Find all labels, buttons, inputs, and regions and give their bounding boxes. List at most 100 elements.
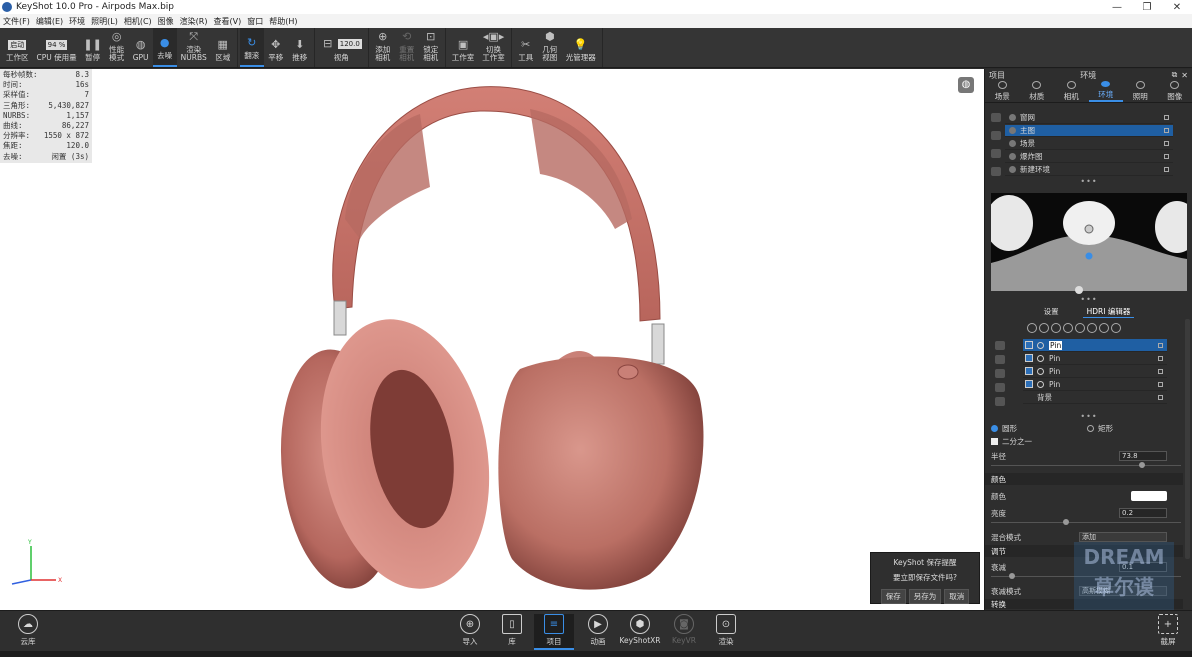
tab-material[interactable]: 材质 [1020,81,1055,102]
hdri-preview[interactable] [991,193,1187,291]
sun-tool-icon[interactable] [1075,323,1085,333]
switch-studio-button[interactable]: ◂▣▸ 切换 工作室 [478,28,509,67]
denoise-button[interactable]: ● 去噪 [152,28,177,67]
radius-slider[interactable] [991,462,1181,468]
save-as-button[interactable]: 另存为 [908,589,942,604]
pin-tool-icon[interactable] [1027,323,1037,333]
color-tool-icon[interactable] [1039,323,1049,333]
globe-icon[interactable]: ◍ [958,77,974,93]
menu-help[interactable]: 帮助(H) [266,16,300,27]
lock-icon[interactable] [1158,394,1163,400]
fov-input[interactable]: 120.0 [337,38,362,49]
env-item-4[interactable]: 新建环境 [1005,164,1173,176]
tab-hdri-editor[interactable]: HDRI 编辑器 [1082,306,1135,318]
studio-button[interactable]: ▣ 工作室 [448,28,479,67]
screenshot-button[interactable]: + 截屏 [1148,614,1188,647]
panel-undock-icon[interactable]: ⧉ [1172,70,1178,80]
brightness-input[interactable]: 0.2 [1119,508,1167,518]
keyshotxr-button[interactable]: ⬢ KeyShotXR [620,614,661,645]
tab-settings[interactable]: 设置 [1044,306,1059,318]
light-manager-button[interactable]: 💡 光管理器 [562,28,600,67]
slider-knob[interactable] [1139,462,1145,468]
hdri-scroll-handle[interactable] [1075,286,1083,294]
splitter-handle[interactable]: ••• [1079,412,1099,421]
env-add-icon[interactable] [991,131,1001,140]
menu-lighting[interactable]: 照明(L) [88,16,121,27]
pause-button[interactable]: ❚❚ 暂停 [81,28,105,67]
info-tool-icon[interactable] [1063,323,1073,333]
splitter-handle[interactable]: ••• [1079,295,1099,304]
lock-icon[interactable] [1158,355,1163,361]
env-item-3[interactable]: 爆炸图 [1005,151,1173,163]
gpu-button[interactable]: ◍ GPU [129,28,153,67]
color-swatch[interactable] [1131,491,1167,501]
library-button[interactable]: ▯ 库 [492,614,532,647]
radius-input[interactable]: 73.8 [1119,451,1167,461]
field-of-view-control[interactable]: ⊟ 120.0 视角 [317,28,366,67]
minimize-button[interactable]: — [1102,2,1132,13]
pin-target-icon[interactable] [995,397,1005,406]
menu-camera[interactable]: 相机(C) [121,16,155,27]
pin-row-0[interactable]: Pin [1023,339,1167,352]
pin-row-3[interactable]: Pin [1023,378,1167,391]
env-duplicate-icon[interactable] [991,149,1001,158]
pin-checkbox[interactable] [1025,341,1033,349]
slider-knob[interactable] [1009,573,1015,579]
panel-close-icon[interactable]: ✕ [1181,71,1188,80]
pin-checkbox[interactable] [1025,367,1033,375]
color-section-header[interactable]: 颜色 [985,473,1183,485]
pin-row-2[interactable]: Pin [1023,365,1167,378]
pin-checkbox[interactable] [1025,354,1033,362]
cpu-usage-select[interactable]: 94 % CPU 使用量 [33,28,81,67]
add-camera-button[interactable]: ⊕ 添加 相机 [371,28,395,67]
brightness-slider[interactable] [991,519,1181,525]
pin-name-input[interactable]: Pin [1049,340,1063,350]
pin-delete-icon[interactable] [995,341,1005,350]
lock-icon[interactable] [1158,342,1163,348]
menu-image[interactable]: 图像 [155,16,177,27]
close-button[interactable]: ✕ [1162,2,1192,13]
splitter-handle[interactable]: ••• [1079,177,1099,186]
pan-button[interactable]: ✥ 平移 [264,28,288,67]
save-button[interactable]: 保存 [880,589,906,604]
tab-lighting[interactable]: 照明 [1123,81,1158,102]
pin-row-1[interactable]: Pin [1023,352,1167,365]
cancel-button[interactable]: 取消 [944,589,970,604]
region-button[interactable]: ▦ 区域 [211,28,235,67]
geometry-view-button[interactable]: ⬢ 几何 视图 [538,28,562,67]
lock-icon[interactable] [1164,128,1169,133]
menu-edit[interactable]: 编辑(E) [33,16,66,27]
adjust-tool-icon[interactable] [1087,323,1097,333]
pin-up-icon[interactable] [995,355,1005,364]
blend-mode-select[interactable]: 添加 [1079,532,1167,542]
env-item-1[interactable]: 主图 [1005,125,1173,137]
animation-button[interactable]: ▶ 动画 [578,614,618,647]
dolly-button[interactable]: ⬇ 推移 [288,28,312,67]
lock-icon[interactable] [1158,381,1163,387]
half-checkbox[interactable] [991,437,998,445]
keyvr-button[interactable]: ◙ KeyVR [664,614,704,645]
menu-file[interactable]: 文件(F) [0,16,33,27]
lock-icon[interactable] [1164,154,1169,159]
lock-icon[interactable] [1164,141,1169,146]
env-delete-icon[interactable] [991,167,1001,176]
slider-knob[interactable] [1063,519,1069,525]
menu-environment[interactable]: 环境 [66,16,88,27]
workspace-select[interactable]: 启动 工作区 [2,28,33,67]
env-copy-icon[interactable] [991,113,1001,122]
lock-camera-button[interactable]: ⊡ 锁定 相机 [419,28,443,67]
tab-image[interactable]: 图像 [1158,81,1192,102]
folder-tool-icon[interactable] [1111,323,1121,333]
tab-scene[interactable]: 场景 [985,81,1020,102]
render-nurbs-button[interactable]: ⤧ 渲染 NURBS [177,28,211,67]
maximize-button[interactable]: ❐ [1132,2,1162,13]
tab-camera[interactable]: 相机 [1054,81,1089,102]
tumble-button[interactable]: ↻ 翻滚 [239,28,264,67]
render-button[interactable]: ⊙ 渲染 [706,614,746,647]
menu-view[interactable]: 查看(V) [210,16,244,27]
import-button[interactable]: ⊕ 导入 [450,614,490,647]
lock-icon[interactable] [1158,368,1163,374]
tools-button[interactable]: ✂ 工具 [514,28,538,67]
reset-camera-button[interactable]: ⟲ 重置 相机 [395,28,419,67]
render-viewport[interactable]: 每秒帧数: 8.3 时间: 16s 采样值: 7 三角形: 5,430,827 NURB… [0,69,984,610]
